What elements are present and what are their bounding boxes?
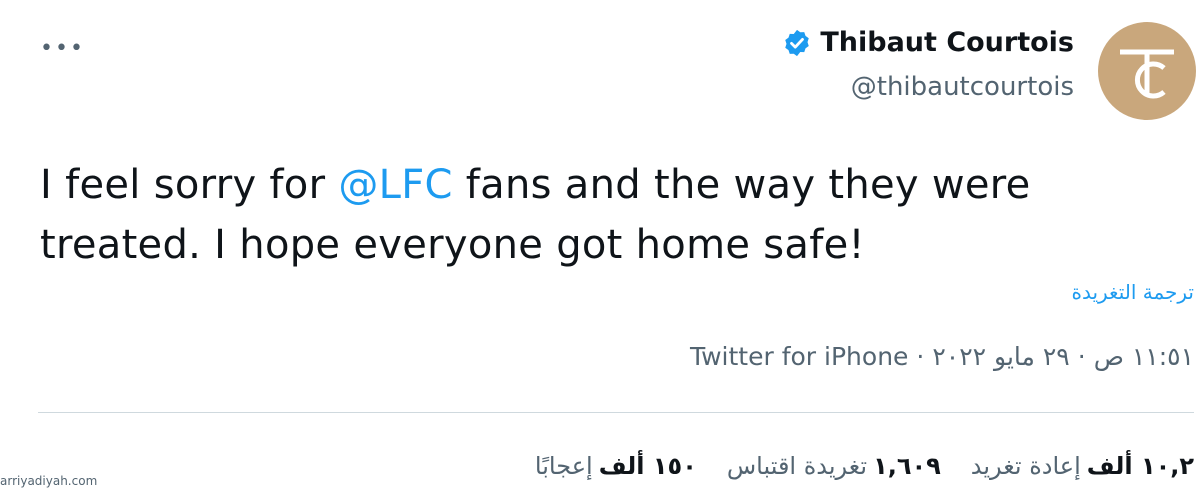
translate-tweet-link[interactable]: ترجمة التغريدة (1071, 280, 1194, 304)
tweet-stats: ١٠,٢ ألف إعادة تغريد ١,٦٠٩ تغريدة اقتباس… (535, 452, 1194, 480)
author-name-row[interactable]: Thibaut Courtois (782, 27, 1074, 58)
stat-value: ١٠,٢ ألف (1086, 452, 1194, 480)
tweet-time[interactable]: ١١:٥١ ص (1094, 342, 1194, 371)
retweets-stat[interactable]: ١٠,٢ ألف إعادة تغريد (971, 452, 1194, 480)
stat-value: ١,٦٠٩ (873, 452, 941, 480)
stat-label: إعجابًا (534, 452, 593, 480)
likes-stat[interactable]: ١٥٠ ألف إعجابًا (535, 452, 697, 480)
verified-badge-icon (785, 29, 810, 56)
mention-link[interactable]: @LFC (338, 162, 452, 208)
author-display-name[interactable]: Thibaut Courtois (820, 27, 1074, 58)
tweet-meta: ١١:٥١ ص · ٢٩ مايو ٢٠٢٢ · Twitter for iPh… (690, 342, 1194, 371)
more-options-icon[interactable]: ••• (40, 38, 85, 60)
tweet-date[interactable]: ٢٩ مايو ٢٠٢٢ (932, 342, 1069, 371)
tweet-text: I feel sorry for @LFC fans and the way t… (40, 155, 1140, 275)
stat-value: ١٥٠ ألف (598, 452, 697, 480)
tweet-text-part1: I feel sorry for (40, 162, 339, 208)
author-handle[interactable]: @thibautcourtois (851, 72, 1074, 102)
divider (38, 412, 1194, 413)
stat-label: إعادة تغريد (970, 452, 1081, 480)
quote-tweets-stat[interactable]: ١,٦٠٩ تغريدة اقتباس (727, 452, 941, 480)
meta-separator: · (916, 342, 925, 371)
meta-separator: · (1077, 342, 1086, 371)
watermark: arriyadiyah.com (0, 474, 98, 488)
avatar[interactable] (1098, 22, 1196, 120)
stat-label: تغريدة اقتباس (726, 452, 868, 480)
tweet-source[interactable]: Twitter for iPhone (690, 342, 908, 371)
tc-monogram-logo-icon (1120, 49, 1174, 99)
